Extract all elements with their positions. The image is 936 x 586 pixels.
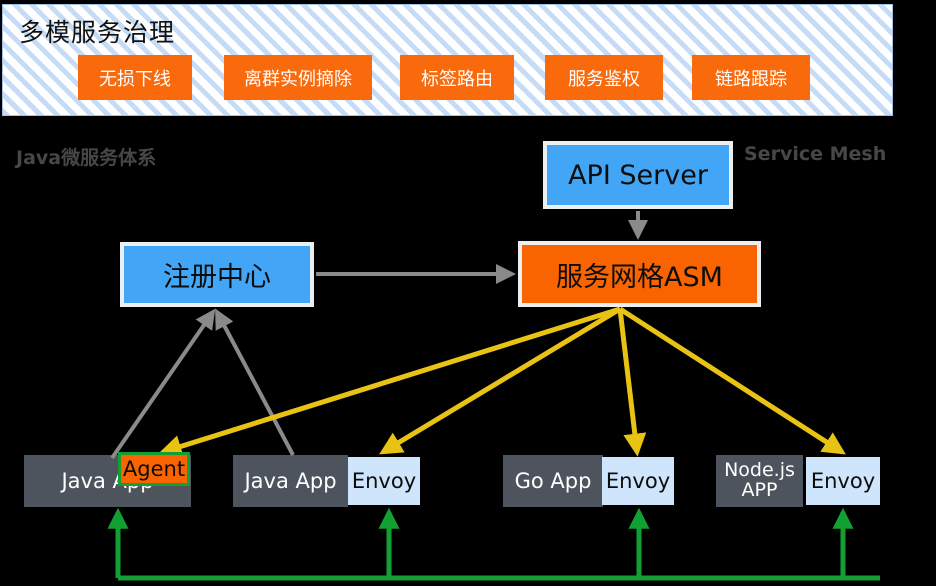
section-label-service-mesh: Service Mesh (744, 143, 887, 165)
connector-asm-to-agent (158, 306, 621, 458)
sidecar-agent[interactable]: Agent (118, 452, 190, 486)
node-api-server[interactable]: API Server (543, 141, 733, 209)
connector-asm-to-envoy3 (617, 308, 647, 457)
node-service-mesh-asm[interactable]: 服务网格ASM (518, 241, 761, 307)
connector-javaapp1-to-registry (110, 308, 216, 460)
governance-pill-2[interactable]: 离群实例摘除 (224, 55, 372, 100)
governance-pill-4[interactable]: 服务鉴权 (545, 55, 663, 100)
governance-pill-1[interactable]: 无损下线 (78, 55, 192, 100)
connector-asm-to-envoy4 (618, 306, 846, 455)
connector-javaapp2-to-registry (215, 308, 295, 456)
diagram-canvas: 多模服务治理 无损下线 离群实例摘除 标签路由 服务鉴权 链路跟踪 Java微服务体系 … (0, 0, 936, 586)
node-registry-center[interactable]: 注册中心 (120, 242, 314, 307)
app-java-app-2[interactable]: Java App (233, 455, 348, 507)
section-label-java-microservices: Java微服务体系 (16, 147, 157, 169)
sidecar-envoy-2[interactable]: Envoy (348, 457, 420, 505)
sidecar-envoy-3[interactable]: Envoy (602, 457, 674, 505)
governance-pill-5[interactable]: 链路跟踪 (692, 55, 810, 100)
app-nodejs-app-label: Node.js APP (724, 459, 795, 501)
sidecar-envoy-4[interactable]: Envoy (806, 457, 880, 505)
app-nodejs-app[interactable]: Node.js APP (716, 455, 803, 507)
connector-asm-to-envoy2 (379, 306, 622, 455)
banner-title: 多模服务治理 (19, 18, 176, 47)
app-go-app[interactable]: Go App (503, 455, 603, 507)
governance-pill-3[interactable]: 标签路由 (400, 55, 514, 100)
